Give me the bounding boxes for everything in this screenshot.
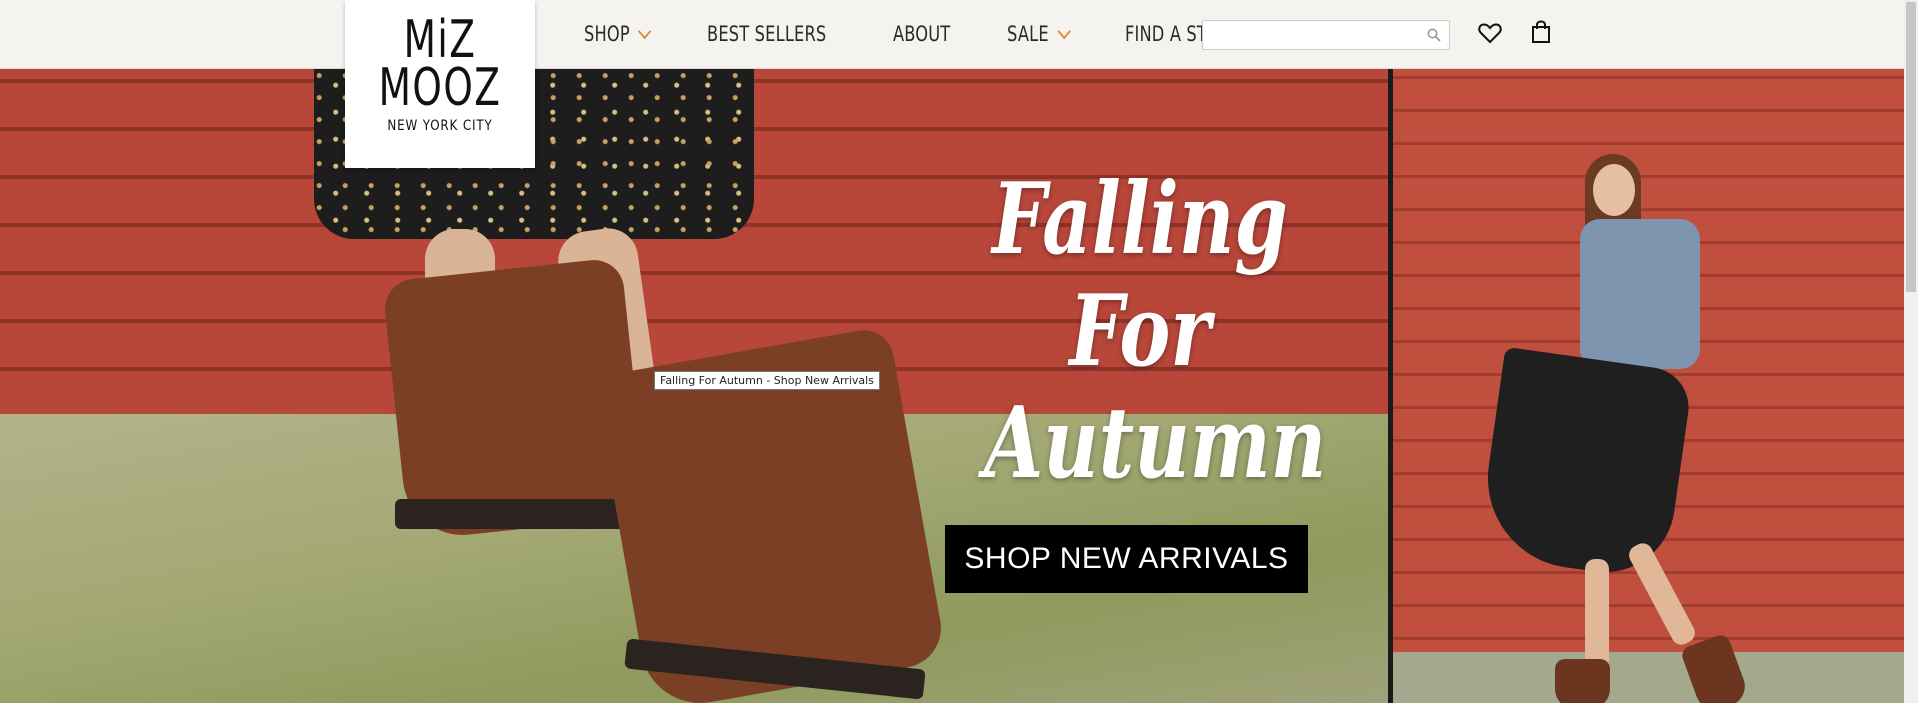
search-box bbox=[1202, 20, 1450, 50]
search-icon[interactable] bbox=[1427, 28, 1441, 47]
boot-left-sole bbox=[395, 499, 635, 529]
nav-label-shop: SHOP bbox=[584, 22, 630, 46]
headline-line-1: Falling bbox=[992, 162, 1288, 277]
main-nav: SHOP BEST SELLERS ABOUT SALE FIND A STOR… bbox=[584, 0, 1308, 68]
logo-text-nyc: NEW YORK CITY bbox=[387, 118, 493, 134]
hero-tooltip: Falling For Autumn - Shop New Arrivals bbox=[654, 371, 880, 390]
model-denim-jacket bbox=[1580, 219, 1700, 369]
scrollbar-thumb[interactable] bbox=[1906, 2, 1916, 292]
logo-text-mooz: MOOZ bbox=[378, 58, 502, 118]
nav-label-about: ABOUT bbox=[893, 22, 951, 46]
hero-banner[interactable]: Falling For Autumn SHOP NEW ARRIVALS bbox=[0, 69, 1904, 703]
nav-item-about[interactable]: ABOUT bbox=[893, 22, 950, 46]
chevron-down-icon bbox=[638, 23, 652, 39]
nav-label-best-sellers: BEST SELLERS bbox=[707, 22, 827, 46]
headline-line-3: Autumn bbox=[984, 386, 1327, 501]
headline-line-2: For bbox=[1069, 274, 1211, 389]
brand-logo[interactable]: MiZ MOOZ NEW YORK CITY bbox=[345, 0, 535, 168]
model-leg-left bbox=[1585, 559, 1609, 669]
search-input[interactable] bbox=[1203, 21, 1429, 49]
site-header: SHOP BEST SELLERS ABOUT SALE FIND A STOR… bbox=[0, 0, 1904, 69]
logo-text-miz: MiZ bbox=[403, 10, 477, 70]
nav-item-shop[interactable]: SHOP bbox=[584, 22, 652, 46]
nav-item-sale[interactable]: SALE bbox=[1006, 22, 1071, 46]
shop-new-arrivals-button[interactable]: SHOP NEW ARRIVALS bbox=[945, 525, 1308, 593]
chevron-down-icon bbox=[1057, 23, 1071, 39]
nav-label-sale: SALE bbox=[1006, 22, 1049, 46]
model-head bbox=[1593, 164, 1635, 216]
hero-headline: Falling For Autumn bbox=[940, 164, 1340, 500]
page-scrollbar[interactable] bbox=[1904, 0, 1918, 703]
shopping-bag-icon[interactable] bbox=[1531, 20, 1551, 49]
nav-item-best-sellers[interactable]: BEST SELLERS bbox=[707, 22, 826, 46]
sidewalk-right bbox=[1393, 652, 1904, 703]
model-boot-left bbox=[1555, 659, 1610, 703]
heart-icon[interactable] bbox=[1478, 22, 1502, 49]
